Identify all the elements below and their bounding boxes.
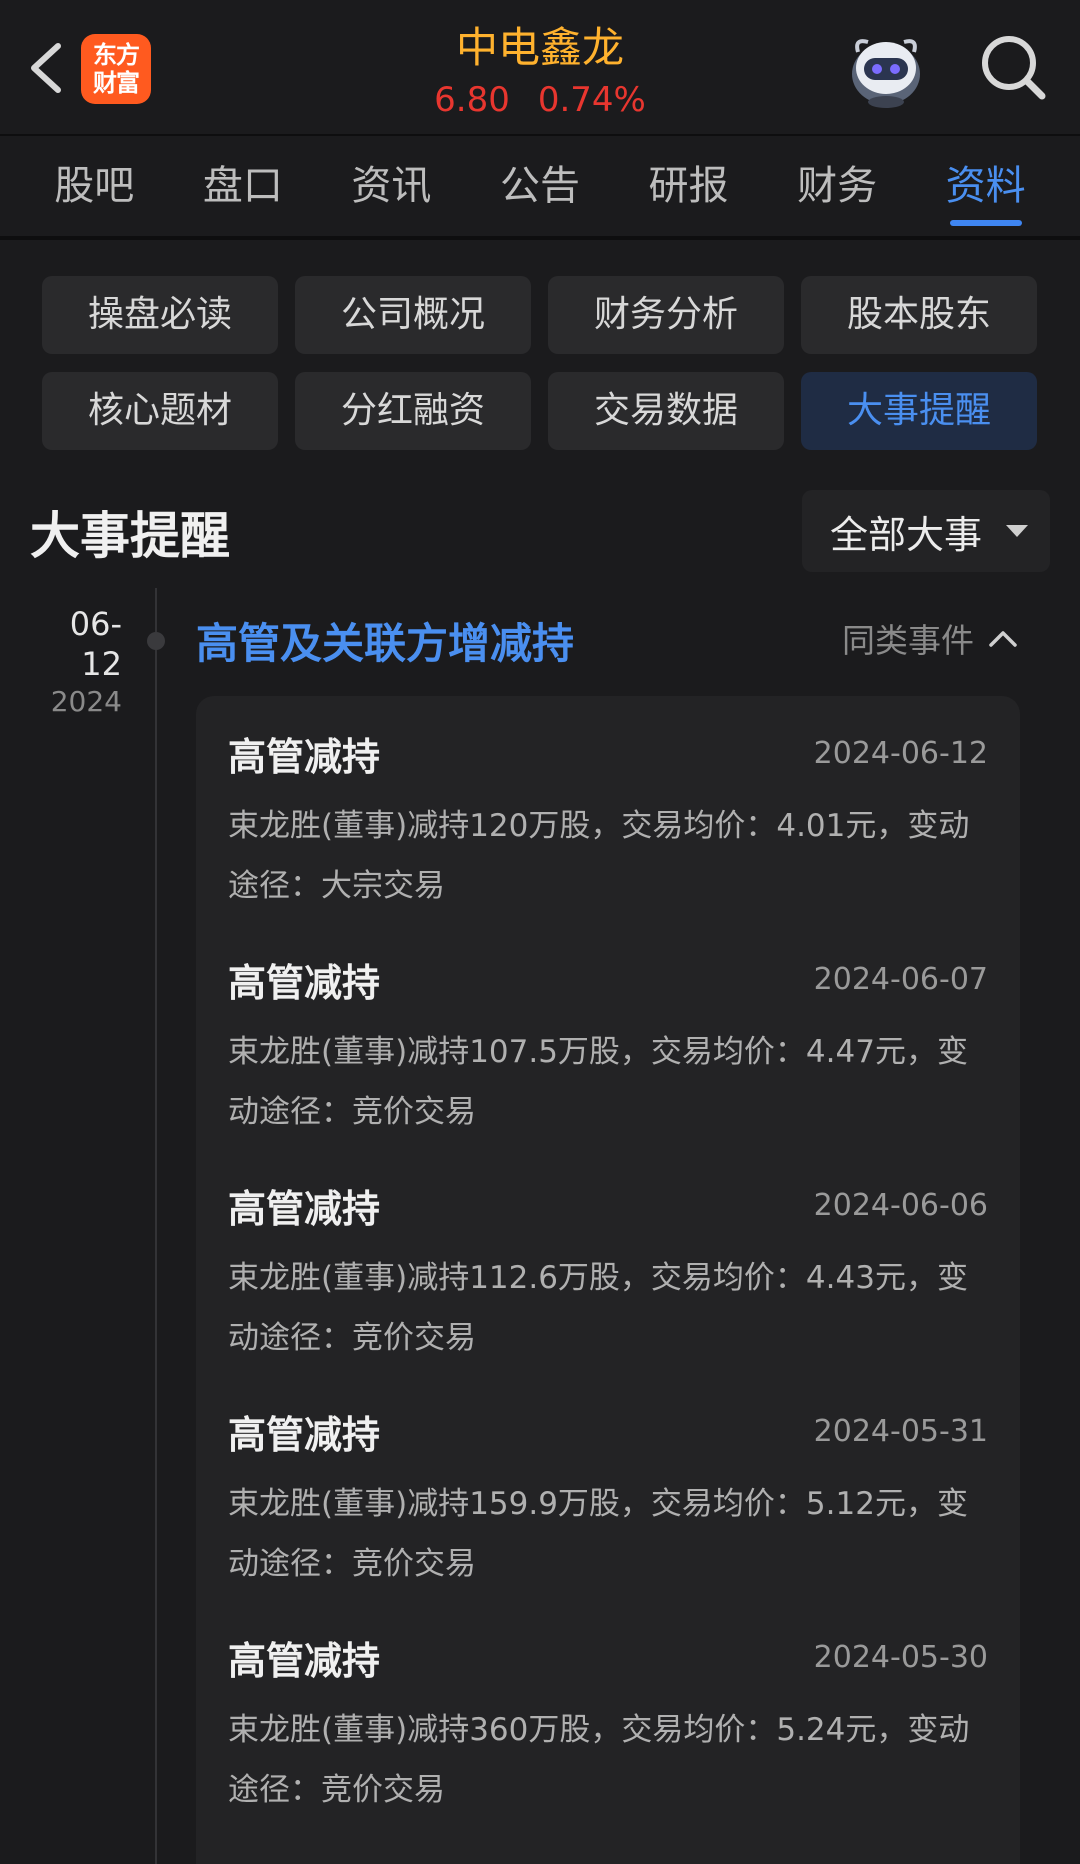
timeline-line <box>155 588 157 1864</box>
timeline-date-year: 2024 <box>50 685 122 718</box>
event-date: 2024-05-30 <box>813 1640 988 1675</box>
tab-gonggao[interactable]: 公告 <box>490 134 590 238</box>
tab-yanbao[interactable]: 研报 <box>639 134 739 238</box>
timeline-dot <box>147 632 165 650</box>
subnav-caopan[interactable]: 操盘必读 <box>42 276 278 354</box>
event-description: 束龙胜(董事)减持112.6万股，交易均价：4.43元，变动途径：竞价交易 <box>228 1260 968 1356</box>
list-item[interactable]: 高管减持 2024-05-31 束龙胜(董事)减持159.9万股，交易均价：5.… <box>196 1374 1020 1600</box>
chevron-up-icon <box>989 631 1017 647</box>
timeline-date: 06-12 2024 <box>30 604 122 720</box>
event-description: 束龙胜(董事)减持159.9万股，交易均价：5.12元，变动途径：竞价交易 <box>228 1486 968 1582</box>
logo-line-1: 东方 <box>93 41 140 69</box>
tab-caiwu[interactable]: 财务 <box>787 134 887 238</box>
search-icon[interactable] <box>978 32 1048 104</box>
stock-price: 6.80 <box>434 80 510 120</box>
stock-header[interactable]: 中电鑫龙 6.80 0.74% <box>300 22 780 122</box>
section-title: 大事提醒 <box>30 507 230 565</box>
event-type: 高管减持 <box>228 1187 381 1231</box>
subnav-major-events[interactable]: 大事提醒 <box>801 372 1037 450</box>
list-item[interactable]: 高管减持 2024-06-12 束龙胜(董事)减持120万股，交易均价：4.01… <box>196 696 1020 922</box>
profile-section-grid: 操盘必读 公司概况 财务分析 股本股东 核心题材 分红融资 交易数据 大事提醒 <box>42 276 1038 450</box>
top-bar: 东方 财富 中电鑫龙 6.80 0.74% <box>0 0 1080 136</box>
filter-label: 全部大事 <box>830 512 983 557</box>
event-description: 束龙胜(董事)减持107.5万股，交易均价：4.47元，变动途径：竞价交易 <box>228 1034 968 1130</box>
event-type: 高管减持 <box>228 1639 381 1683</box>
subnav-core-themes[interactable]: 核心题材 <box>42 372 278 450</box>
list-item[interactable]: 高管减持 2024-06-06 束龙胜(董事)减持112.6万股，交易均价：4.… <box>196 1148 1020 1374</box>
stock-quote: 6.80 0.74% <box>300 78 780 122</box>
event-list-card: 高管减持 2024-06-12 束龙胜(董事)减持120万股，交易均价：4.01… <box>196 696 1020 1864</box>
subnav-financial-analysis[interactable]: 财务分析 <box>548 276 784 354</box>
tab-guba[interactable]: 股吧 <box>44 134 144 238</box>
event-date: 2024-06-07 <box>813 962 988 997</box>
event-type: 高管减持 <box>228 961 381 1005</box>
chevron-down-icon <box>1006 525 1029 537</box>
event-description: 束龙胜(董事)减持360万股，交易均价：5.24元，变动途径：竞价交易 <box>228 1712 970 1808</box>
list-item[interactable]: 高管减持 2024-06-07 束龙胜(董事)减持107.5万股，交易均价：4.… <box>196 922 1020 1148</box>
event-filter-dropdown[interactable]: 全部大事 <box>802 490 1050 572</box>
tab-pankou[interactable]: 盘口 <box>193 134 293 238</box>
event-category-title[interactable]: 高管及关联方增减持 <box>196 610 574 671</box>
robot-assistant-icon[interactable] <box>844 28 928 112</box>
event-date: 2024-05-31 <box>813 1414 988 1449</box>
subnav-trading-data[interactable]: 交易数据 <box>548 372 784 450</box>
main-tabs: 股吧 盘口 资讯 公告 研报 财务 资料 <box>0 136 1080 240</box>
logo-line-2: 财富 <box>93 69 140 97</box>
tab-zixun[interactable]: 资讯 <box>341 134 441 238</box>
list-item[interactable]: 高管减持 2024-05-30 束龙胜(董事)减持360万股，交易均价：5.24… <box>196 1600 1020 1826</box>
similar-events-toggle[interactable]: 同类事件 <box>842 614 1018 662</box>
tab-ziliao[interactable]: 资料 <box>936 134 1036 238</box>
event-date: 2024-06-12 <box>813 736 988 771</box>
event-type: 高管减持 <box>228 735 381 779</box>
app-logo[interactable]: 东方 财富 <box>81 34 151 104</box>
event-description: 束龙胜(董事)减持120万股，交易均价：4.01元，变动途径：大宗交易 <box>228 808 970 904</box>
subnav-dividends[interactable]: 分红融资 <box>295 372 531 450</box>
subnav-shareholders[interactable]: 股本股东 <box>801 276 1037 354</box>
stock-name: 中电鑫龙 <box>455 23 624 72</box>
similar-events-label: 同类事件 <box>842 621 974 660</box>
event-date: 2024-06-06 <box>813 1188 988 1223</box>
event-type: 高管减持 <box>228 1413 381 1457</box>
stock-change-pct: 0.74% <box>537 80 646 120</box>
subnav-company-overview[interactable]: 公司概况 <box>295 276 531 354</box>
timeline-date-md: 06-12 <box>69 605 122 683</box>
back-arrow-icon[interactable] <box>22 38 72 98</box>
